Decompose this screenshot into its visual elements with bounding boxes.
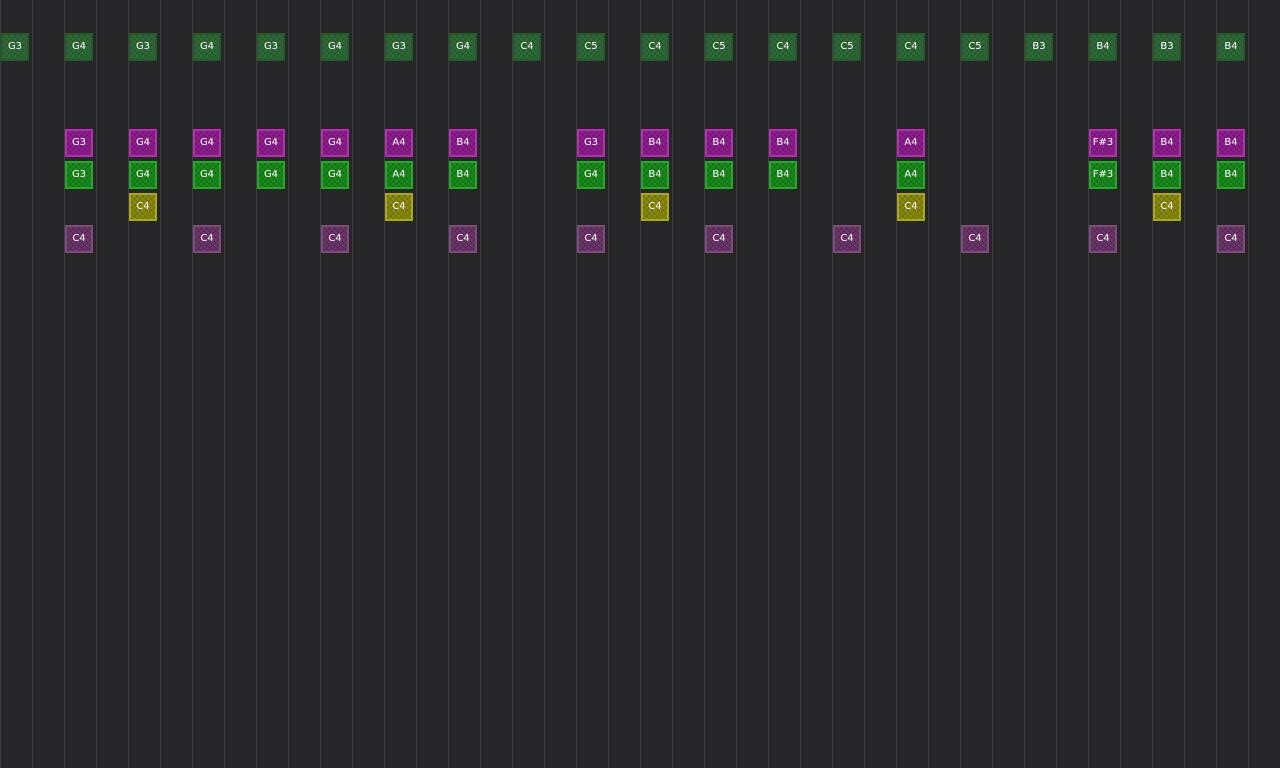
- note-block-bass[interactable]: C4: [1089, 225, 1117, 253]
- note-block-high[interactable]: B4: [641, 129, 669, 157]
- note-block-melody[interactable]: C4: [513, 33, 541, 61]
- note-block-melody[interactable]: C5: [961, 33, 989, 61]
- note-block-mid[interactable]: B4: [1153, 161, 1181, 189]
- note-block-high[interactable]: A4: [385, 129, 413, 157]
- note-block-mid[interactable]: A4: [385, 161, 413, 189]
- note-block-high[interactable]: B4: [705, 129, 733, 157]
- note-block-melody[interactable]: G3: [129, 33, 157, 61]
- note-block-high[interactable]: B4: [1153, 129, 1181, 157]
- note-block-high[interactable]: G4: [193, 129, 221, 157]
- note-block-melody[interactable]: B4: [1089, 33, 1117, 61]
- note-block-mid[interactable]: F#3: [1089, 161, 1117, 189]
- note-block-melody[interactable]: C5: [833, 33, 861, 61]
- note-block-melody[interactable]: G4: [65, 33, 93, 61]
- note-block-mid[interactable]: G4: [321, 161, 349, 189]
- note-block-high[interactable]: G4: [257, 129, 285, 157]
- note-block-melody[interactable]: G3: [1, 33, 29, 61]
- note-block-bass[interactable]: C4: [193, 225, 221, 253]
- note-block-mid[interactable]: G4: [193, 161, 221, 189]
- note-block-melody[interactable]: C4: [641, 33, 669, 61]
- note-block-melody[interactable]: C4: [897, 33, 925, 61]
- note-block-melody[interactable]: G3: [385, 33, 413, 61]
- note-block-high[interactable]: G3: [65, 129, 93, 157]
- note-block-mid[interactable]: G4: [577, 161, 605, 189]
- note-block-high[interactable]: G3: [577, 129, 605, 157]
- note-block-high[interactable]: B4: [769, 129, 797, 157]
- note-block-bass[interactable]: C4: [449, 225, 477, 253]
- note-block-mid[interactable]: G3: [65, 161, 93, 189]
- note-block-yellow[interactable]: C4: [1153, 193, 1181, 221]
- note-block-bass[interactable]: C4: [65, 225, 93, 253]
- note-block-melody[interactable]: G4: [193, 33, 221, 61]
- note-block-bass[interactable]: C4: [961, 225, 989, 253]
- note-block-high[interactable]: B4: [1217, 129, 1245, 157]
- note-block-bass[interactable]: C4: [705, 225, 733, 253]
- note-block-melody[interactable]: B4: [1217, 33, 1245, 61]
- note-block-mid[interactable]: G4: [129, 161, 157, 189]
- note-block-bass[interactable]: C4: [833, 225, 861, 253]
- note-block-melody[interactable]: G4: [321, 33, 349, 61]
- note-block-melody[interactable]: B3: [1025, 33, 1053, 61]
- note-block-bass[interactable]: C4: [321, 225, 349, 253]
- note-block-bass[interactable]: C4: [577, 225, 605, 253]
- note-block-mid[interactable]: B4: [769, 161, 797, 189]
- note-block-mid[interactable]: A4: [897, 161, 925, 189]
- note-block-yellow[interactable]: C4: [897, 193, 925, 221]
- note-block-melody[interactable]: G3: [257, 33, 285, 61]
- note-block-melody[interactable]: C5: [577, 33, 605, 61]
- note-block-yellow[interactable]: C4: [129, 193, 157, 221]
- note-block-mid[interactable]: G4: [257, 161, 285, 189]
- note-block-high[interactable]: F#3: [1089, 129, 1117, 157]
- note-block-high[interactable]: G4: [129, 129, 157, 157]
- note-block-melody[interactable]: B3: [1153, 33, 1181, 61]
- note-block-melody[interactable]: G4: [449, 33, 477, 61]
- note-block-melody[interactable]: C4: [769, 33, 797, 61]
- note-block-high[interactable]: A4: [897, 129, 925, 157]
- note-block-mid[interactable]: B4: [705, 161, 733, 189]
- note-block-mid[interactable]: B4: [1217, 161, 1245, 189]
- note-block-mid[interactable]: B4: [641, 161, 669, 189]
- note-block-high[interactable]: B4: [449, 129, 477, 157]
- note-block-mid[interactable]: B4: [449, 161, 477, 189]
- note-block-high[interactable]: G4: [321, 129, 349, 157]
- note-grid[interactable]: G3 G4 G3 G4 G3 G4 G3 G4 C4 C5 C4 C5 C4 C5 C4 C5 B3 B4 B3 B4…: [0, 0, 1280, 768]
- note-block-yellow[interactable]: C4: [641, 193, 669, 221]
- note-block-melody[interactable]: C5: [705, 33, 733, 61]
- note-block-bass[interactable]: C4: [1217, 225, 1245, 253]
- note-block-yellow[interactable]: C4: [385, 193, 413, 221]
